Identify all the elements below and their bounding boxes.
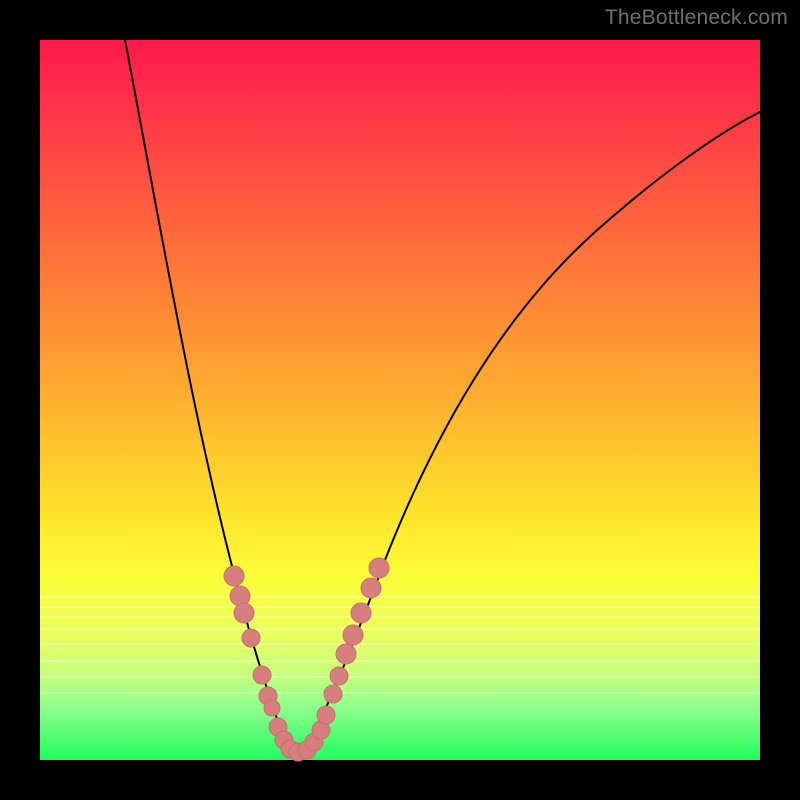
data-marker bbox=[253, 666, 271, 684]
data-marker bbox=[317, 706, 335, 724]
data-marker bbox=[336, 644, 356, 664]
data-marker bbox=[369, 558, 389, 578]
data-marker bbox=[242, 629, 260, 647]
data-marker bbox=[351, 603, 371, 623]
curve-layer bbox=[40, 40, 760, 760]
data-marker bbox=[234, 603, 254, 623]
plot-area bbox=[40, 40, 760, 760]
data-marker bbox=[324, 685, 342, 703]
curve-right-branch bbox=[298, 112, 760, 755]
watermark-text: TheBottleneck.com bbox=[605, 6, 788, 30]
data-marker bbox=[264, 700, 280, 716]
curve-left-branch bbox=[125, 40, 290, 752]
data-marker bbox=[330, 667, 348, 685]
data-marker bbox=[361, 578, 381, 598]
chart-stage: TheBottleneck.com bbox=[0, 0, 800, 800]
data-marker bbox=[343, 625, 363, 645]
data-marker bbox=[224, 566, 244, 586]
